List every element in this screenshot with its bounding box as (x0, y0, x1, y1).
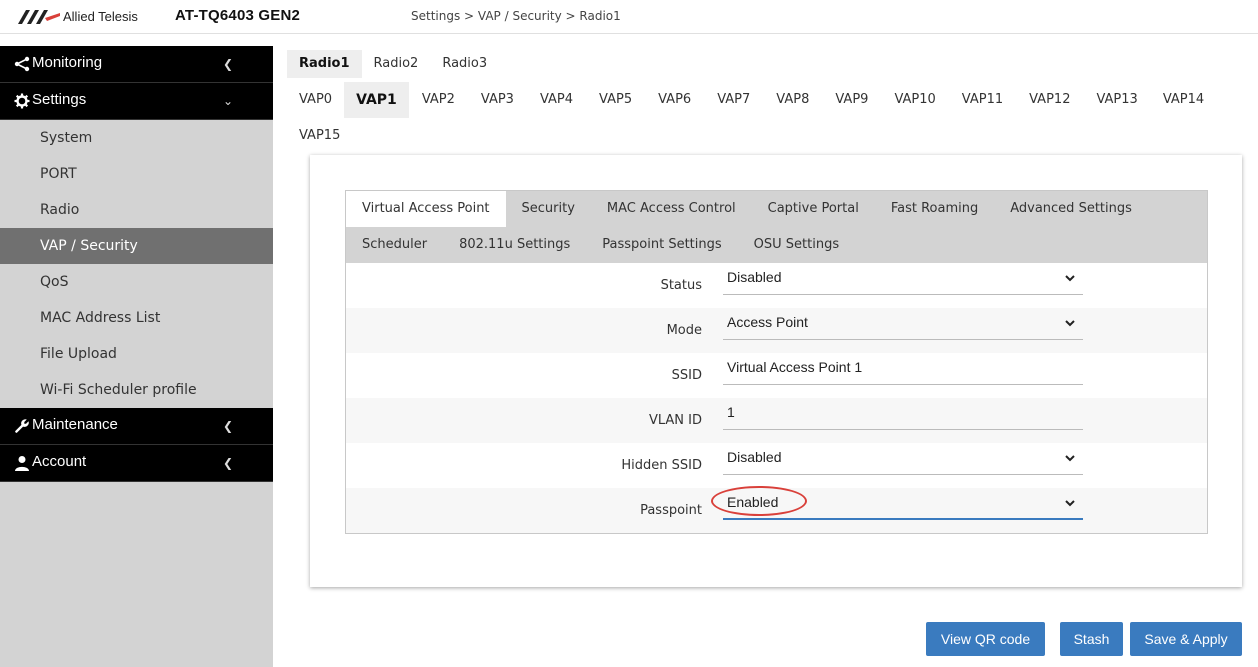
nav-monitoring[interactable]: Monitoring ❮ (0, 46, 273, 83)
tab-radio1[interactable]: Radio1 (287, 50, 362, 78)
tab-vap5[interactable]: VAP5 (586, 82, 645, 118)
ssid-label: SSID (671, 368, 702, 383)
mode-label: Mode (666, 323, 702, 338)
product-name: AT-TQ6403 GEN2 (175, 7, 301, 24)
hidden-ssid-row: Hidden SSID Disabled (346, 443, 1207, 488)
tab-radio3[interactable]: Radio3 (430, 50, 499, 78)
top-bar: Allied Telesis AT-TQ6403 GEN2 Settings >… (0, 0, 1258, 34)
vap-tabs: VAP0 VAP1 VAP2 VAP3 VAP4 VAP5 VAP6 VAP7 … (287, 82, 1247, 154)
tab-vap15[interactable]: VAP15 (287, 118, 352, 154)
sidebar-item-wifi-scheduler[interactable]: Wi-Fi Scheduler profile (0, 372, 273, 408)
chevron-down-icon: ⌄ (222, 94, 233, 108)
hidden-ssid-value: Disabled (727, 449, 782, 465)
tab-fast-roaming[interactable]: Fast Roaming (875, 191, 994, 227)
vap-settings-box: Virtual Access Point Security MAC Access… (345, 190, 1208, 534)
tab-radio2[interactable]: Radio2 (362, 50, 431, 78)
nav-account-label: Account (32, 453, 87, 470)
tab-vap4[interactable]: VAP4 (527, 82, 586, 118)
allied-telesis-logo: Allied Telesis (18, 9, 138, 24)
tab-vap8[interactable]: VAP8 (763, 82, 822, 118)
view-qr-code-button[interactable]: View QR code (926, 622, 1045, 656)
tab-vap6[interactable]: VAP6 (645, 82, 704, 118)
ssid-row: SSID Virtual Access Point 1 (346, 353, 1207, 398)
tab-captive-portal[interactable]: Captive Portal (752, 191, 875, 227)
tab-osu-settings[interactable]: OSU Settings (738, 227, 855, 263)
user-icon (15, 456, 29, 471)
mode-value: Access Point (727, 314, 808, 330)
chevron-left-icon: ❮ (222, 57, 233, 71)
tab-vap1[interactable]: VAP1 (344, 82, 409, 118)
gear-icon (14, 93, 30, 109)
tab-mac-access-control[interactable]: MAC Access Control (591, 191, 752, 227)
sidebar-item-radio[interactable]: Radio (0, 192, 273, 228)
chevron-down-icon (1065, 320, 1075, 327)
chevron-left-icon: ❮ (222, 419, 233, 433)
tab-vap11[interactable]: VAP11 (949, 82, 1016, 118)
chevron-down-icon (1065, 500, 1075, 507)
vlan-value: 1 (727, 404, 735, 420)
tab-advanced-settings[interactable]: Advanced Settings (994, 191, 1148, 227)
highlight-ellipse (711, 486, 807, 516)
wrench-icon (15, 419, 29, 433)
sidebar-item-mac-address-list[interactable]: MAC Address List (0, 300, 273, 336)
hidden-ssid-select[interactable]: Disabled (723, 445, 1083, 475)
ssid-input[interactable]: Virtual Access Point 1 (723, 355, 1083, 385)
save-apply-button[interactable]: Save & Apply (1130, 622, 1242, 656)
vap-settings-tabs: Virtual Access Point Security MAC Access… (346, 191, 1207, 263)
nav-maintenance-label: Maintenance (32, 416, 118, 433)
tab-vap9[interactable]: VAP9 (822, 82, 881, 118)
breadcrumb: Settings > VAP / Security > Radio1 (411, 9, 621, 23)
ssid-value: Virtual Access Point 1 (727, 359, 863, 375)
radio-tabs: Radio1 Radio2 Radio3 (287, 50, 499, 78)
tab-vap10[interactable]: VAP10 (881, 82, 948, 118)
nav-settings[interactable]: Settings ⌄ (0, 83, 273, 120)
tab-vap0[interactable]: VAP0 (287, 82, 344, 118)
tab-security[interactable]: Security (506, 191, 591, 227)
passpoint-label: Passpoint (640, 503, 702, 518)
vlan-input[interactable]: 1 (723, 400, 1083, 430)
passpoint-row: Passpoint Enabled (346, 486, 1207, 533)
tab-vap3[interactable]: VAP3 (468, 82, 527, 118)
chevron-down-icon (1065, 275, 1075, 282)
passpoint-select[interactable]: Enabled (711, 486, 1083, 520)
hidden-ssid-label: Hidden SSID (621, 458, 702, 473)
tab-scheduler[interactable]: Scheduler (346, 227, 443, 263)
tab-vap14[interactable]: VAP14 (1151, 82, 1216, 118)
chevron-left-icon: ❮ (222, 456, 233, 470)
chevron-down-icon (1065, 455, 1075, 462)
mode-select[interactable]: Access Point (723, 310, 1083, 340)
sidebar-item-file-upload[interactable]: File Upload (0, 336, 273, 372)
sidebar: Monitoring ❮ Settings ⌄ System PORT Radi… (0, 46, 273, 667)
tab-vap2[interactable]: VAP2 (409, 82, 468, 118)
nav-settings-label: Settings (32, 91, 87, 108)
status-value: Disabled (727, 269, 782, 285)
vlan-label: VLAN ID (648, 413, 702, 428)
sidebar-item-vap-security[interactable]: VAP / Security (0, 228, 273, 264)
tab-vap7[interactable]: VAP7 (704, 82, 763, 118)
mode-row: Mode Access Point (346, 308, 1207, 353)
share-icon (14, 56, 30, 72)
status-label: Status (660, 278, 702, 293)
nav-monitoring-label: Monitoring (32, 54, 103, 71)
tab-virtual-access-point[interactable]: Virtual Access Point (346, 191, 506, 227)
sidebar-item-qos[interactable]: QoS (0, 264, 273, 300)
tab-passpoint-settings[interactable]: Passpoint Settings (586, 227, 737, 263)
brand-mark-icon (18, 9, 60, 24)
vlan-row: VLAN ID 1 (346, 398, 1207, 443)
status-select[interactable]: Disabled (723, 265, 1083, 295)
nav-maintenance[interactable]: Maintenance ❮ (0, 408, 273, 445)
nav-account[interactable]: Account ❮ (0, 445, 273, 482)
tab-80211u-settings[interactable]: 802.11u Settings (443, 227, 586, 263)
sidebar-item-port[interactable]: PORT (0, 156, 273, 192)
status-row: Status Disabled (346, 263, 1207, 308)
tab-vap13[interactable]: VAP13 (1083, 82, 1150, 118)
tab-vap12[interactable]: VAP12 (1016, 82, 1083, 118)
brand-name: Allied Telesis (63, 9, 138, 24)
sidebar-item-system[interactable]: System (0, 120, 273, 156)
stash-button[interactable]: Stash (1060, 622, 1123, 656)
